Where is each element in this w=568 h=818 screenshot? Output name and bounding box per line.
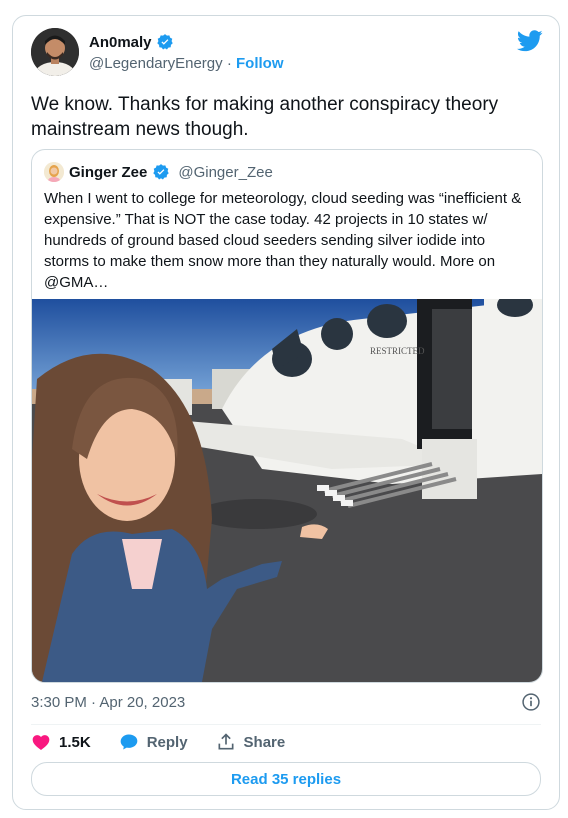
author-avatar[interactable] [31, 28, 79, 76]
verified-badge-icon [156, 34, 173, 50]
quoted-tweet-text: When I went to college for meteorology, … [44, 190, 522, 291]
heart-icon [32, 735, 50, 750]
quoted-tweet-photo[interactable]: RESTRICTED [32, 299, 542, 682]
quoted-author-name[interactable]: Ginger Zee [69, 164, 147, 181]
quoted-author-avatar[interactable] [44, 162, 64, 182]
action-bar: 1.5K Reply Share [31, 732, 285, 752]
twitter-bird-icon[interactable] [517, 30, 543, 52]
like-count: 1.5K [59, 733, 91, 751]
reply-bubble-icon [120, 734, 138, 750]
like-button[interactable]: 1.5K [31, 732, 91, 752]
read-replies-button[interactable]: Read 35 replies [31, 762, 541, 796]
quoted-tweet[interactable]: Ginger Zee @Ginger_Zee When I went to co… [31, 149, 543, 683]
share-icon [218, 733, 234, 750]
share-button[interactable]: Share [216, 732, 286, 752]
reply-button[interactable]: Reply [119, 732, 188, 752]
share-label: Share [243, 733, 286, 751]
verified-badge-icon [153, 164, 170, 180]
tweet-card: An0maly @LegendaryEnergy · Follow We kno… [12, 15, 560, 810]
tweet-timestamp[interactable]: 3:30 PM · Apr 20, 2023 [31, 694, 185, 711]
author-name[interactable]: An0maly [89, 34, 152, 51]
tweet-text: We know. Thanks for making another consp… [31, 94, 499, 140]
follow-button[interactable]: Follow [236, 55, 284, 72]
author-handle-row: @LegendaryEnergy · Follow [89, 55, 284, 72]
author-handle[interactable]: @LegendaryEnergy [89, 55, 223, 72]
divider [31, 724, 541, 725]
reply-label: Reply [146, 733, 188, 751]
photo-plane-label: RESTRICTED [370, 346, 425, 356]
separator-dot: · [226, 55, 232, 72]
info-icon[interactable] [521, 692, 541, 712]
quoted-author-handle[interactable]: @Ginger_Zee [178, 164, 272, 181]
